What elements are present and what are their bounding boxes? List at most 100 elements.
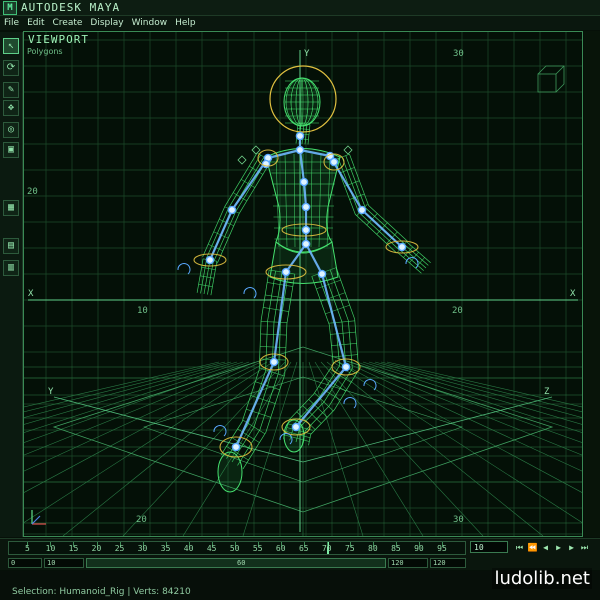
play-icon[interactable]: ▶: [553, 542, 564, 553]
joint: [231, 442, 241, 452]
joint: [341, 362, 351, 372]
layout-two-icon: ▤: [7, 240, 15, 251]
rotate-arrow-icon: [213, 425, 227, 437]
select-tool-button[interactable]: ↖: [3, 38, 19, 54]
x-axis-label-right: X: [570, 289, 576, 299]
brush-icon: ✎: [7, 84, 15, 95]
menu-edit[interactable]: Edit: [23, 18, 48, 28]
watermark: ludolib.net: [492, 568, 592, 589]
prev-key-icon[interactable]: ◀: [540, 542, 551, 553]
layout-four-button[interactable]: ▥: [3, 260, 19, 276]
rotate-arrow-icon: [343, 397, 357, 409]
floor-line: [326, 361, 544, 536]
time-tick-label: 15: [68, 544, 79, 553]
z-axis-label: Z: [544, 387, 550, 397]
menu-window[interactable]: Window: [128, 18, 172, 28]
bone: [320, 273, 348, 368]
rotate-tool-button[interactable]: ◎: [3, 122, 19, 138]
joint: [205, 255, 215, 265]
time-tick-label: 25: [114, 544, 125, 553]
locator-icon: [251, 145, 261, 155]
origin-axis-gizmo-icon: [31, 510, 46, 525]
lasso-icon: ⟳: [6, 62, 16, 73]
joint: [295, 145, 305, 155]
menu-help[interactable]: Help: [171, 18, 200, 28]
floor-line: [380, 361, 582, 413]
time-ruler[interactable]: 5 10 15 20 25 30 35 40 45 50 55 60 65 70 75 80 85 90 95: [8, 541, 466, 555]
floor-line: [24, 361, 226, 413]
floor-line: [314, 361, 424, 536]
viewport-scene[interactable]: X X Y Y Z 30 20 10 20 20 30: [24, 32, 582, 536]
timeline[interactable]: 5 10 15 20 25 30 35 40 45 50 55 60 65 70 75 80 85 90 95 10…: [0, 538, 600, 557]
time-tick-label: 80: [368, 544, 378, 553]
time-tick-label: 60: [275, 544, 286, 553]
viewport-panel[interactable]: X X Y Y Z 30 20 10 20 20 30 VIEWPORT Polygons: [23, 31, 583, 537]
lasso-tool-button[interactable]: ⟳: [3, 60, 19, 76]
menu-create[interactable]: Create: [49, 18, 87, 28]
view-cube-icon: [537, 65, 565, 93]
go-end-icon[interactable]: ⏭: [579, 542, 590, 553]
bone: [208, 209, 234, 261]
time-tick-label: 10: [45, 544, 56, 553]
joint: [301, 202, 311, 212]
locator-icon: [343, 145, 353, 155]
current-frame-field[interactable]: 10: [470, 541, 508, 553]
layout-four-icon: ▥: [7, 262, 15, 273]
joint: [301, 239, 311, 249]
scale-tool-button[interactable]: ▣: [3, 142, 19, 158]
right-panel-edge: [584, 31, 600, 537]
status-text: Selection: Humanoid_Rig | Verts: 84210: [12, 587, 191, 597]
menu-display[interactable]: Display: [86, 18, 127, 28]
layout-single-button[interactable]: ▦: [3, 200, 19, 216]
joint: [227, 205, 237, 215]
maya-logo-icon: M: [3, 0, 17, 15]
time-tick-label: 90: [414, 544, 424, 553]
joint: [269, 357, 279, 367]
floor-line: [24, 361, 238, 425]
head-mesh: [283, 77, 321, 127]
menu-file[interactable]: File: [0, 18, 23, 28]
y-axis-label-left: Y: [48, 387, 54, 397]
paint-tool-button[interactable]: ✎: [3, 82, 19, 98]
joint: [397, 242, 407, 252]
arrow-icon: ↖: [7, 40, 15, 51]
grid-label-bottom: 20: [136, 515, 147, 525]
range-inner-end-field[interactable]: 120: [388, 558, 428, 568]
rotate-icon: ◎: [7, 124, 15, 135]
step-back-icon[interactable]: ⏪: [527, 542, 538, 553]
range-inner-start-field[interactable]: 10: [44, 558, 84, 568]
time-tick-label: 45: [206, 544, 217, 553]
time-tick-label: 55: [252, 544, 263, 553]
diag-axis: [302, 396, 553, 463]
move-icon: ✥: [7, 102, 15, 113]
range-slider[interactable]: 60: [86, 558, 386, 568]
range-start-field[interactable]: 0: [8, 558, 42, 568]
joint: [291, 422, 301, 432]
time-tick-label: 30: [137, 544, 148, 553]
floor-line: [24, 361, 232, 418]
grid-label-x20: 20: [452, 306, 463, 316]
x-axis-label-left: X: [28, 289, 34, 299]
viewport-mode-label: Polygons: [27, 47, 63, 56]
layout-two-button[interactable]: ▤: [3, 238, 19, 254]
range-end-field[interactable]: 120: [430, 558, 466, 568]
move-tool-button[interactable]: ✥: [3, 100, 19, 116]
next-key-icon[interactable]: ▶: [566, 542, 577, 553]
floor-line: [374, 361, 582, 418]
time-tick-label: 95: [437, 544, 447, 553]
right-arm-mesh: [334, 153, 408, 254]
time-tick-label: 20: [91, 544, 102, 553]
time-tick-label: 50: [229, 544, 240, 553]
grid-label-left: 20: [27, 187, 38, 197]
time-tick-label: 5: [25, 544, 30, 553]
joint: [301, 225, 311, 235]
menu-bar: File Edit Create Display Window Help: [0, 16, 600, 30]
joint: [295, 131, 305, 141]
floor-line: [62, 361, 280, 536]
range-slider-label: 60: [237, 559, 246, 567]
go-start-icon[interactable]: ⏮: [514, 542, 525, 553]
joint: [317, 269, 327, 279]
joint: [329, 157, 339, 167]
rotate-arrow-icon: [405, 257, 419, 269]
floor-line: [24, 361, 250, 443]
